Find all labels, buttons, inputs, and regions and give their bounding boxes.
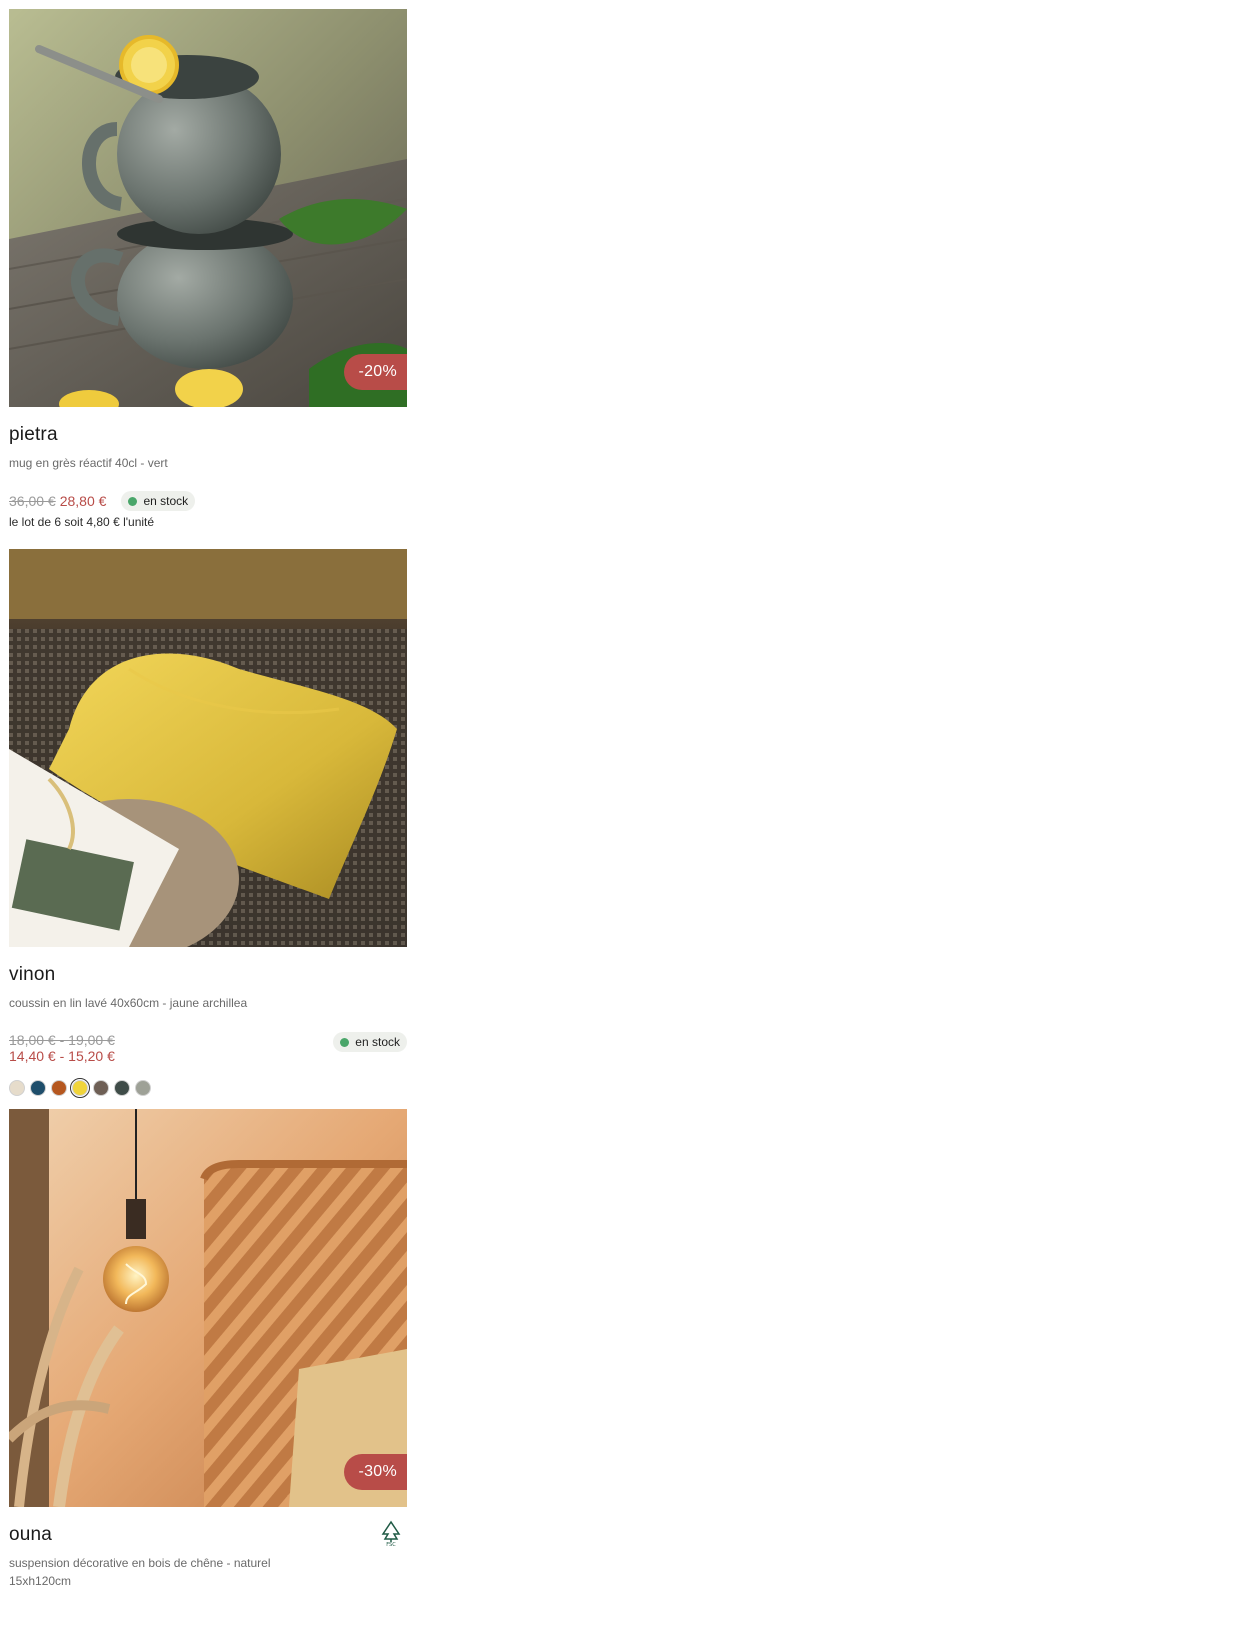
fsc-tree-icon: FSC xyxy=(381,1520,401,1546)
color-swatches xyxy=(9,1078,407,1098)
product-image-pietra[interactable]: -20% xyxy=(9,9,407,407)
pendant-lamp-photo xyxy=(9,1109,407,1507)
product-description: mug en grès réactif 40cl - vert xyxy=(9,456,168,470)
lot-info: le lot de 6 soit 4,80 € l'unité xyxy=(9,515,155,529)
color-swatch[interactable] xyxy=(30,1080,46,1096)
stock-badge: en stock xyxy=(121,491,196,511)
product-card-pietra: -20% pietra mug en grès réactif 40cl - v… xyxy=(9,9,407,549)
product-dimensions: 15xh120cm xyxy=(9,1574,72,1588)
stock-dot-icon xyxy=(128,496,138,506)
price-row: 36,00 € 28,80 € en stock xyxy=(9,491,407,511)
discount-badge: -30% xyxy=(344,1454,407,1490)
product-name[interactable]: vinon xyxy=(9,964,407,986)
price-block: 18,00 € - 19,00 € 14,40 € - 15,20 € en s… xyxy=(9,1032,407,1066)
color-swatch[interactable] xyxy=(51,1080,67,1096)
product-description: suspension décorative en bois de chêne -… xyxy=(9,1556,271,1570)
stock-badge: en stock xyxy=(333,1032,407,1052)
stock-label: en stock xyxy=(143,494,189,508)
original-price: 36,00 € xyxy=(9,493,56,509)
product-card-vinon: vinon coussin en lin lavé 40x60cm - jaun… xyxy=(9,549,407,1109)
product-image-vinon[interactable] xyxy=(9,549,407,947)
stock-dot-icon xyxy=(340,1037,350,1047)
product-description: coussin en lin lavé 40x60cm - jaune arch… xyxy=(9,996,248,1010)
color-swatch[interactable] xyxy=(93,1080,109,1096)
color-swatch[interactable] xyxy=(114,1080,130,1096)
color-swatch[interactable] xyxy=(135,1080,151,1096)
svg-text:FSC: FSC xyxy=(386,1542,396,1546)
product-card-ouna: -30% ouna FSC suspension décorative en b… xyxy=(9,1109,407,1629)
color-swatch[interactable] xyxy=(9,1080,25,1096)
product-name[interactable]: ouna xyxy=(9,1524,52,1546)
product-image-ouna[interactable]: -30% xyxy=(9,1109,407,1507)
mug-photo xyxy=(9,9,407,407)
product-name[interactable]: pietra xyxy=(9,424,407,446)
cushion-photo xyxy=(9,549,407,947)
name-row: ouna FSC xyxy=(9,1507,407,1546)
stock-label: en stock xyxy=(355,1035,400,1049)
discount-badge: -20% xyxy=(344,354,407,390)
color-swatch[interactable] xyxy=(70,1078,90,1098)
product-list: -20% pietra mug en grès réactif 40cl - v… xyxy=(9,9,407,1629)
sale-price: 28,80 € xyxy=(59,493,107,509)
